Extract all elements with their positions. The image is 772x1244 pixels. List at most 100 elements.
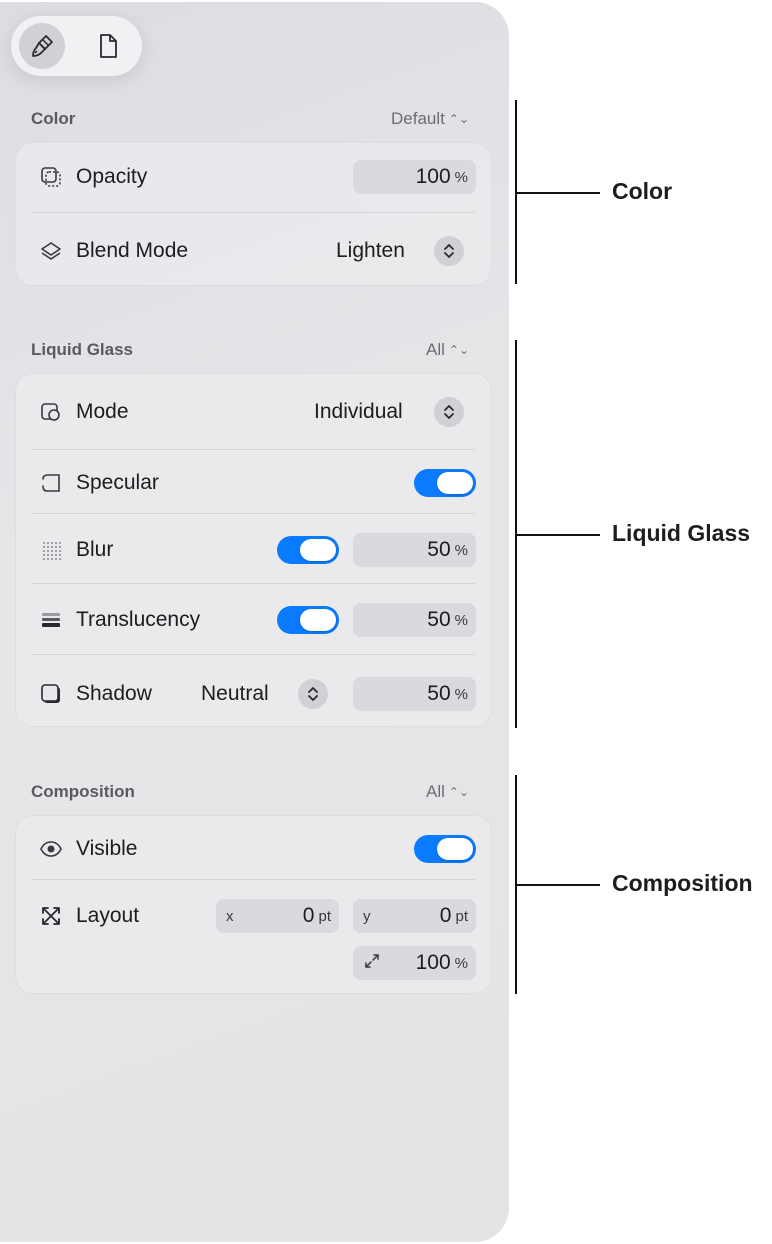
layout-x-field[interactable]: x 0 pt <box>216 899 339 933</box>
blur-label: Blur <box>76 538 114 561</box>
x-prefix: x <box>226 907 234 925</box>
translucency-unit: % <box>454 611 468 629</box>
opacity-unit: % <box>454 168 468 186</box>
blur-value: 50 <box>427 538 451 561</box>
blend-mode-row: Blend Mode Lighten <box>16 226 491 276</box>
layout-label: Layout <box>76 904 140 927</box>
layout-y-field[interactable]: y 0 pt <box>353 899 476 933</box>
divider <box>32 449 475 450</box>
resize-arrows-icon <box>363 952 381 974</box>
composition-callout-label: Composition <box>612 870 753 896</box>
shadow-label: Shadow <box>76 682 152 705</box>
color-section-title: Color <box>31 109 76 128</box>
layout-scale-field[interactable]: 100 % <box>353 946 476 980</box>
color-section-menu[interactable]: Default ⌃⌄ <box>391 109 469 129</box>
divider <box>32 879 475 880</box>
x-value: 0 <box>302 904 315 927</box>
composition-section-title: Composition <box>31 782 135 801</box>
translucency-toggle[interactable] <box>277 606 339 634</box>
up-down-chevron-icon: ⌃⌄ <box>448 112 469 126</box>
composition-card: Visible Layout x 0 pt y 0 pt 100 % <box>15 815 492 994</box>
opacity-icon <box>38 164 64 190</box>
color-callout-leader <box>516 192 600 194</box>
translucency-label: Translucency <box>76 608 201 631</box>
document-icon <box>100 34 117 58</box>
shadow-mode-popup-button[interactable] <box>298 679 328 709</box>
visible-toggle[interactable] <box>414 835 476 863</box>
composition-section-menu-label: All <box>425 782 445 801</box>
specular-icon <box>38 470 64 496</box>
glass-card: Mode Individual Specular Blur 50 % Trans… <box>15 373 492 727</box>
up-down-chevron-icon <box>444 405 454 419</box>
shadow-field[interactable]: 50 % <box>353 677 476 711</box>
scale-unit: % <box>454 954 468 972</box>
translucency-field[interactable]: 50 % <box>353 603 476 637</box>
mode-label: Mode <box>76 400 129 423</box>
tab-document[interactable] <box>85 23 131 69</box>
blend-mode-label: Blend Mode <box>76 239 189 262</box>
opacity-row: Opacity 100 % <box>16 152 491 202</box>
blur-toggle[interactable] <box>277 536 339 564</box>
blur-row: Blur 50 % <box>16 525 491 575</box>
y-value: 0 <box>439 904 452 927</box>
inspector-panel: Color Default ⌃⌄ Opacity 100 % Blend Mod… <box>0 2 509 1242</box>
tab-style[interactable] <box>19 23 65 69</box>
divider <box>32 212 475 213</box>
up-down-chevron-icon <box>444 244 454 258</box>
specular-toggle[interactable] <box>414 469 476 497</box>
composition-callout-leader <box>516 884 600 886</box>
visible-row: Visible <box>16 824 491 874</box>
up-down-chevron-icon <box>308 687 318 701</box>
layout-row: Layout x 0 pt y 0 pt <box>16 891 491 941</box>
opacity-label: Opacity <box>76 165 148 188</box>
opacity-value: 100 <box>415 165 451 188</box>
color-callout-label: Color <box>612 178 673 204</box>
visible-label: Visible <box>76 837 138 860</box>
y-unit: pt <box>455 907 468 925</box>
translucency-value: 50 <box>427 608 451 631</box>
mode-row: Mode Individual <box>16 387 491 437</box>
blend-mode-value[interactable]: Lighten <box>336 239 405 263</box>
glass-section-header: Liquid Glass All ⌃⌄ <box>31 338 469 362</box>
expand-arrows-icon <box>38 903 64 929</box>
shadow-icon <box>38 681 64 707</box>
inspector-tab-bar <box>11 16 142 76</box>
shadow-row: Shadow Neutral 50 % <box>16 669 491 719</box>
color-section-menu-label: Default <box>391 109 445 128</box>
paintbrush-icon <box>32 35 53 57</box>
composition-section-menu[interactable]: All ⌃⌄ <box>426 782 469 802</box>
divider <box>32 583 475 584</box>
composition-section-header: Composition All ⌃⌄ <box>31 780 469 804</box>
up-down-chevron-icon: ⌃⌄ <box>448 785 469 799</box>
glass-callout-label: Liquid Glass <box>612 520 751 546</box>
layers-icon <box>38 238 64 264</box>
blend-mode-popup-button[interactable] <box>434 236 464 266</box>
divider <box>32 513 475 514</box>
blur-field[interactable]: 50 % <box>353 533 476 567</box>
opacity-field[interactable]: 100 % <box>353 160 476 194</box>
x-unit: pt <box>318 907 331 925</box>
glass-section-menu[interactable]: All ⌃⌄ <box>426 340 469 360</box>
color-card: Opacity 100 % Blend Mode Lighten <box>15 142 492 286</box>
y-prefix: y <box>363 907 371 925</box>
shadow-mode-value[interactable]: Neutral <box>201 682 269 706</box>
divider <box>32 654 475 655</box>
eye-icon <box>38 836 64 862</box>
specular-row: Specular <box>16 458 491 508</box>
mode-popup-button[interactable] <box>434 397 464 427</box>
glass-mode-icon <box>38 399 64 425</box>
color-section-header: Color Default ⌃⌄ <box>31 107 469 131</box>
translucency-icon <box>38 607 64 633</box>
glass-callout-leader <box>516 534 600 536</box>
blur-unit: % <box>454 541 468 559</box>
translucency-row: Translucency 50 % <box>16 595 491 645</box>
specular-label: Specular <box>76 471 159 494</box>
scale-value: 100 <box>415 951 451 974</box>
up-down-chevron-icon: ⌃⌄ <box>448 343 469 357</box>
glass-section-title: Liquid Glass <box>31 340 134 359</box>
shadow-unit: % <box>454 685 468 703</box>
mode-value[interactable]: Individual <box>314 400 403 424</box>
shadow-value: 50 <box>427 682 451 705</box>
blur-icon <box>38 537 64 563</box>
glass-section-menu-label: All <box>425 340 445 359</box>
